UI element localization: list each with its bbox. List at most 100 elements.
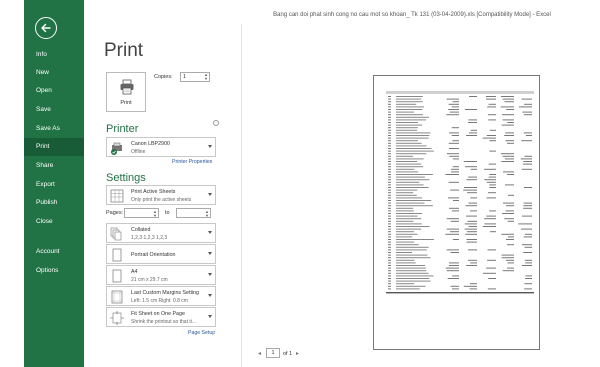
- pages-to-input[interactable]: ▲ ▼: [176, 208, 211, 218]
- cell-number-mark: [521, 244, 532, 246]
- nav-new[interactable]: New: [24, 64, 84, 82]
- cell-number-mark: [446, 218, 459, 220]
- chevron-down-icon: [208, 252, 212, 255]
- nav-print[interactable]: Print: [24, 138, 84, 156]
- margins-dropdown[interactable]: Last Custom Margins Setting Left: 1.5 cm…: [106, 286, 216, 306]
- row-number-mark: [388, 202, 391, 204]
- cell-text-mark: [396, 161, 418, 162]
- nav-options[interactable]: Options: [24, 262, 84, 280]
- cell-number-mark: [464, 228, 477, 230]
- chevron-down-icon: [208, 273, 212, 276]
- next-page-icon[interactable]: ▸: [296, 350, 299, 357]
- printer-dropdown[interactable]: Canon LBP2900 Offline: [106, 137, 216, 157]
- cell-number-mark: [520, 228, 532, 230]
- copies-input[interactable]: 1 ▲ ▼: [180, 72, 210, 82]
- row-number-mark: [388, 210, 391, 212]
- cell-number-mark: [466, 231, 477, 233]
- cell-number-mark: [466, 239, 477, 240]
- cell-text-mark: [396, 278, 430, 279]
- cell-number-mark: [507, 194, 514, 196]
- row-number-mark: [388, 265, 391, 266]
- backstage-sidebar: Info New Open Save Save As Print Share E…: [24, 0, 84, 367]
- pages-from-spinner-icon[interactable]: ▲ ▼: [153, 210, 157, 218]
- cell-text-mark: [396, 275, 434, 277]
- row-number-mark: [388, 137, 391, 139]
- nav-account[interactable]: Account: [24, 243, 84, 261]
- copies-spinner-icon[interactable]: ▲ ▼: [204, 73, 208, 81]
- cell-number-mark: [450, 285, 459, 287]
- nav-publish[interactable]: Publish: [24, 194, 84, 212]
- printer-status-icon: [111, 142, 122, 155]
- cell-number-mark: [523, 132, 532, 134]
- cell-number-mark: [452, 140, 459, 142]
- page-number-input[interactable]: 1: [266, 348, 280, 358]
- cell-text-mark: [396, 218, 422, 220]
- paper-size-sub: 21 cm x 29.7 cm: [131, 277, 168, 283]
- cell-text-mark: [396, 184, 424, 186]
- collate-dropdown[interactable]: Collated 1,2,3 1,2,3 1,2,3: [106, 223, 216, 243]
- row-number-mark: [388, 153, 391, 155]
- info-icon[interactable]: [213, 120, 219, 126]
- orientation-dropdown[interactable]: Portrait Orientation: [106, 244, 216, 264]
- pages-to-spinner-icon[interactable]: ▲ ▼: [205, 210, 209, 218]
- cell-text-mark: [396, 241, 415, 243]
- cell-text-mark: [396, 285, 426, 287]
- nav-close[interactable]: Close: [24, 213, 84, 231]
- nav-open[interactable]: Open: [24, 82, 84, 100]
- nav-save-as[interactable]: Save As: [24, 120, 84, 138]
- cell-number-mark: [467, 249, 477, 251]
- cell-number-mark: [446, 270, 459, 272]
- print-button[interactable]: Print: [106, 72, 146, 112]
- row-number-mark: [388, 228, 391, 230]
- cell-number-mark: [524, 246, 532, 248]
- cell-text-mark: [396, 226, 430, 227]
- cell-number-mark: [501, 233, 514, 235]
- prev-page-icon[interactable]: ◂: [258, 350, 261, 357]
- nav-info[interactable]: Info: [24, 46, 84, 64]
- cell-text-mark: [396, 109, 423, 110]
- cell-number-mark: [521, 98, 532, 100]
- cell-number-mark: [504, 184, 514, 186]
- print-what-dropdown[interactable]: Print Active Sheets Only print the activ…: [106, 185, 216, 205]
- nav-save[interactable]: Save: [24, 101, 84, 119]
- collate-sub: 1,2,3 1,2,3 1,2,3: [131, 235, 168, 241]
- nav-export[interactable]: Export: [24, 176, 84, 194]
- cell-number-mark: [505, 210, 514, 212]
- cell-text-mark: [396, 127, 418, 129]
- row-number-mark: [388, 246, 391, 248]
- cell-number-mark: [488, 103, 496, 105]
- paper-size-dropdown[interactable]: A4 21 cm x 29.7 cm: [106, 265, 216, 285]
- row-number-mark: [388, 142, 391, 144]
- cell-number-mark: [468, 226, 477, 227]
- cell-text-mark: [396, 155, 414, 157]
- printer-properties-link[interactable]: Printer Properties: [172, 159, 212, 165]
- nav-share[interactable]: Share: [24, 157, 84, 175]
- cell-number-mark: [468, 132, 477, 134]
- cell-text-mark: [396, 142, 422, 144]
- cell-number-mark: [451, 171, 459, 173]
- row-number-mark: [388, 184, 391, 186]
- cell-number-mark: [445, 267, 459, 269]
- row-number-mark: [388, 267, 391, 269]
- cell-number-mark: [470, 129, 477, 131]
- back-arrow-icon: [41, 23, 51, 33]
- cell-text-mark: [396, 181, 420, 183]
- cell-number-mark: [507, 262, 514, 264]
- page-setup-link[interactable]: Page Setup: [188, 330, 215, 336]
- row-number-mark: [388, 278, 391, 279]
- chevron-down-icon: [208, 231, 212, 234]
- cell-number-mark: [466, 265, 477, 266]
- back-button[interactable]: [35, 17, 57, 39]
- row-number-mark: [388, 132, 391, 134]
- scaling-dropdown[interactable]: Fit Sheet on One Page Shrink the printou…: [106, 307, 216, 327]
- cell-number-mark: [500, 106, 514, 108]
- cell-number-mark: [507, 122, 514, 123]
- cell-number-mark: [452, 166, 459, 168]
- cell-text-mark: [396, 236, 413, 238]
- pages-from-input[interactable]: ▲ ▼: [124, 208, 159, 218]
- row-number-mark: [388, 236, 391, 238]
- preview-page: [373, 75, 540, 350]
- cell-number-mark: [502, 98, 514, 100]
- cell-number-mark: [506, 109, 514, 110]
- cell-number-mark: [502, 155, 514, 157]
